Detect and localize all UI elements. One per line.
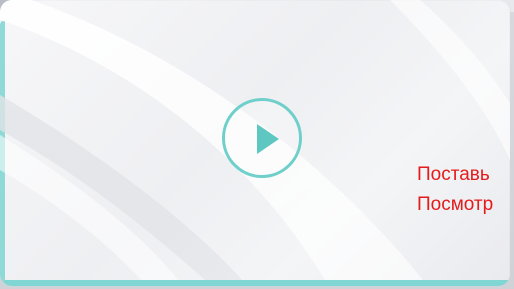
caption-line-2: Посмотр [417, 194, 494, 215]
video-card[interactable]: Поставь Посмотр [0, 0, 510, 286]
caption-line-1: Поставь [417, 164, 490, 185]
card-left-accent [0, 20, 5, 284]
play-icon [257, 124, 279, 154]
video-caption: Поставь Посмотр [417, 160, 510, 220]
play-button[interactable] [222, 98, 302, 178]
video-thumbnail-stage: Поставь Посмотр [0, 0, 514, 289]
card-bottom-accent [4, 280, 510, 286]
